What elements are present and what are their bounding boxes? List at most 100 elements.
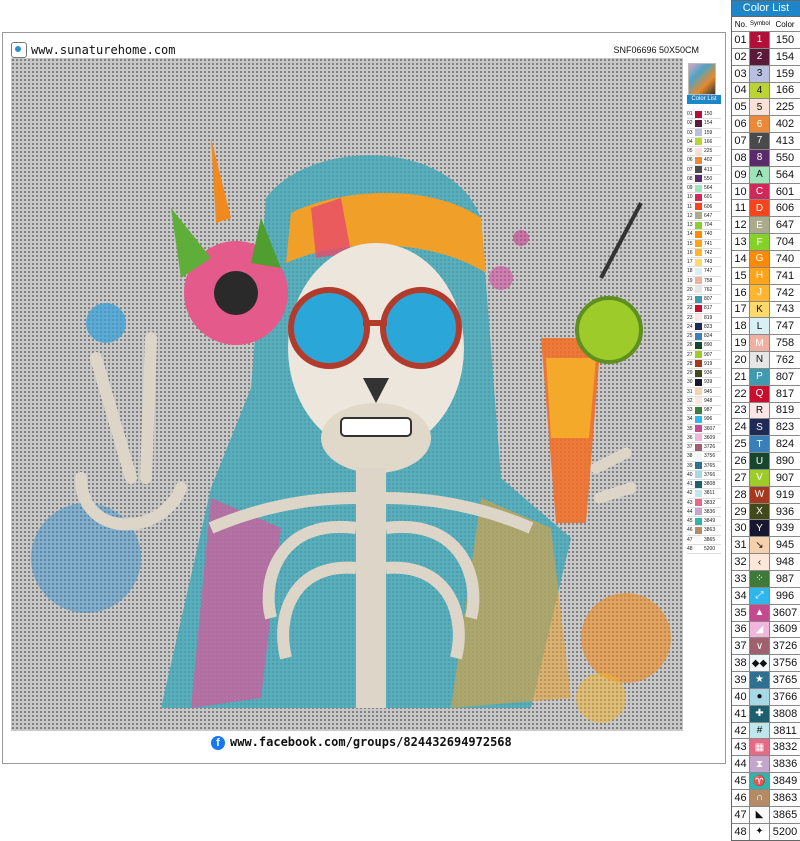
color-code: 159 <box>775 67 795 80</box>
row-number: 48 <box>732 823 750 840</box>
row-number: 18 <box>732 318 750 335</box>
mini-color-code: 225 <box>704 148 713 155</box>
mini-row-number: 23 <box>687 314 693 321</box>
mini-row-number: 34 <box>687 416 693 423</box>
row-number: 17 <box>732 301 750 318</box>
col-color-header: Color <box>775 19 795 29</box>
facebook-group-link[interactable]: www.facebook.com/groups/824432694972568 <box>230 735 512 749</box>
mini-color-list-row: 06 402 <box>687 156 721 166</box>
color-code: 758 <box>775 337 795 350</box>
mini-color-swatch <box>695 388 702 396</box>
mini-color-code: 3849 <box>704 518 716 525</box>
row-number: 05 <box>732 99 750 116</box>
row-number: 37 <box>732 638 750 655</box>
mini-row-number: 08 <box>687 175 693 182</box>
mini-color-swatch <box>695 212 702 220</box>
skeleton-artwork <box>31 138 671 723</box>
mini-color-code: 3766 <box>704 471 716 478</box>
row-number: 03 <box>732 65 750 82</box>
row-number: 33 <box>732 571 750 587</box>
mini-color-swatch <box>695 184 702 192</box>
mini-color-swatch <box>695 166 702 174</box>
mini-color-swatch <box>695 295 702 303</box>
mini-color-swatch <box>695 517 702 525</box>
mini-color-swatch <box>695 221 702 229</box>
mini-color-code: 413 <box>704 166 713 173</box>
color-list-row: 09 A 564 <box>732 165 800 183</box>
mini-color-swatch <box>695 286 702 294</box>
color-list-row: 02 2 154 <box>732 47 800 65</box>
row-number: 12 <box>732 217 750 234</box>
color-list-row: 04 4 166 <box>732 81 800 99</box>
mini-color-swatch <box>695 378 702 386</box>
color-symbol: ♈ <box>750 773 770 789</box>
mini-color-swatch <box>695 277 702 285</box>
color-code: 166 <box>775 84 795 97</box>
row-number: 39 <box>732 672 750 688</box>
color-symbol: D <box>750 200 770 217</box>
color-code: 817 <box>775 387 795 400</box>
color-list-row: 07 7 413 <box>732 132 800 149</box>
row-number: 36 <box>732 621 750 638</box>
color-code: 890 <box>775 455 795 468</box>
color-symbol: ★ <box>750 672 770 688</box>
mini-color-code: 606 <box>704 203 713 210</box>
color-code: 3811 <box>773 724 797 737</box>
color-code: 987 <box>775 572 795 585</box>
row-number: 41 <box>732 705 750 722</box>
row-number: 04 <box>732 82 750 99</box>
row-number: 27 <box>732 469 750 486</box>
mini-row-number: 27 <box>687 351 693 358</box>
color-list-row: 47 ◣ 3865 <box>732 805 800 823</box>
color-code: 3609 <box>772 623 798 636</box>
mini-color-swatch <box>695 332 702 340</box>
mini-color-swatch <box>695 156 702 164</box>
color-symbol: S <box>750 419 770 436</box>
color-list-row: 34 ⤢ 996 <box>732 586 800 604</box>
row-number: 38 <box>732 655 750 672</box>
mini-row-number: 09 <box>687 185 693 192</box>
col-symbol-header: Symbol <box>750 21 771 27</box>
mini-color-swatch <box>695 119 702 127</box>
color-list-row: 27 V 907 <box>732 468 800 486</box>
mini-color-code: 936 <box>704 370 713 377</box>
color-code: 3836 <box>772 758 798 771</box>
mini-color-list-row: 25 824 <box>687 332 721 342</box>
mini-color-list-row: 21 807 <box>687 295 721 305</box>
mini-color-swatch <box>695 314 702 322</box>
col-no-header: No. <box>734 19 748 29</box>
color-code: 5200 <box>772 825 798 838</box>
mini-row-number: 06 <box>687 157 693 164</box>
product-code: SNF06696 50X50CM <box>613 45 699 55</box>
mini-color-code: 159 <box>704 129 713 136</box>
site-url[interactable]: www.sunaturehome.com <box>31 43 176 57</box>
color-code: 945 <box>775 539 795 552</box>
color-code: 3765 <box>772 673 798 686</box>
color-list-row: 12 E 647 <box>732 216 800 234</box>
mini-row-number: 39 <box>687 462 693 469</box>
mini-color-code: 996 <box>704 416 713 423</box>
mini-row-number: 35 <box>687 425 693 432</box>
color-symbol: ✚ <box>750 705 770 722</box>
color-list: Color List No. Symbol Color 01 1 150 02 2 154… <box>731 0 800 841</box>
color-list-row: 38 ◆◆ 3756 <box>732 654 800 672</box>
color-code: 747 <box>775 320 795 333</box>
mini-color-code: 564 <box>704 185 713 192</box>
mini-row-number: 40 <box>687 471 693 478</box>
mini-color-code: 758 <box>704 277 713 284</box>
row-number: 06 <box>732 116 750 133</box>
color-list-row: 25 T 824 <box>732 435 800 453</box>
mini-color-swatch <box>695 489 702 497</box>
mini-color-swatch <box>695 452 702 460</box>
color-symbol: J <box>750 284 770 301</box>
color-code: 3756 <box>772 657 798 670</box>
color-symbol: ⁘ <box>750 571 770 587</box>
preview-thumbnail <box>688 63 716 95</box>
color-list-header: No. Symbol Color <box>732 16 800 31</box>
mini-color-code: 919 <box>704 360 713 367</box>
mini-color-list-row: 43 3832 <box>687 499 721 508</box>
footer: f www.facebook.com/groups/824432694972568 <box>211 735 512 750</box>
color-symbol: ◢ <box>750 621 770 638</box>
mini-color-swatch <box>695 462 702 470</box>
mini-color-swatch <box>695 425 702 433</box>
